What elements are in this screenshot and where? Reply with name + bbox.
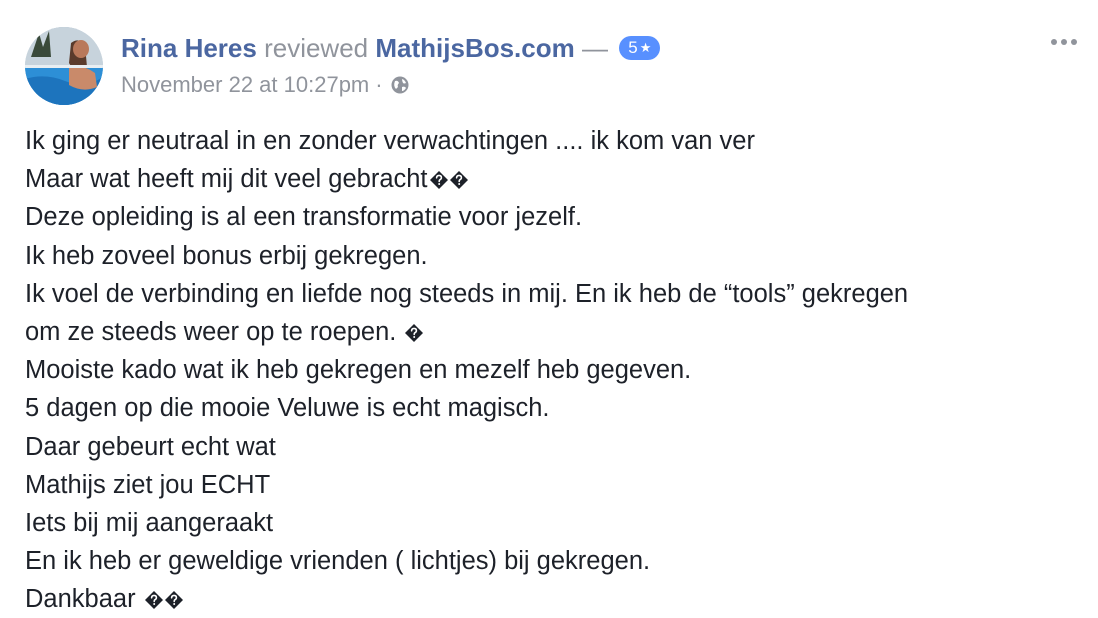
review-line-text: En ik heb er geweldige vrienden ( lichtj… — [25, 547, 651, 576]
review-line: Dankbaar — [25, 580, 1085, 618]
dash-separator: — — [581, 33, 608, 63]
post-timestamp-link[interactable]: November 22 at 10:27pm — [121, 72, 369, 97]
review-line: Ik ging er neutraal in en zonder verwach… — [25, 122, 1085, 160]
review-line: 5 dagen op die mooie Veluwe is echt magi… — [25, 389, 1085, 427]
missing-emoji-icon — [164, 591, 183, 610]
review-line: Maar wat heeft mij dit veel gebracht — [25, 160, 1085, 198]
author-avatar[interactable] — [25, 27, 103, 105]
post-header: Rina Heres reviewed MathijsBos.com — 5 ★ — [121, 30, 661, 66]
rating-badge: 5 ★ — [619, 36, 661, 60]
review-line-text: Mooiste kado wat ik heb gekregen en meze… — [25, 356, 692, 385]
missing-emoji-icon — [144, 591, 163, 610]
rating-value: 5 — [628, 38, 638, 57]
review-line-text: 5 dagen op die mooie Veluwe is echt magi… — [25, 394, 550, 423]
author-name-link[interactable]: Rina Heres — [121, 33, 257, 63]
review-line: Ik voel de verbinding en liefde nog stee… — [25, 275, 1085, 313]
more-options-icon[interactable] — [1046, 30, 1082, 54]
review-line-text: Daar gebeurt echt wat — [25, 432, 276, 461]
review-line-text: om ze steeds weer op te roepen. — [25, 317, 404, 346]
page-name-link[interactable]: MathijsBos.com — [375, 33, 574, 63]
review-line-text: Maar wat heeft mij dit veel gebracht — [25, 165, 428, 194]
review-line-text: Mathijs ziet jou ECHT — [25, 470, 271, 499]
review-line: Daar gebeurt echt wat — [25, 428, 1085, 466]
review-line-text: Deze opleiding is al een transformatie v… — [25, 203, 583, 232]
globe-icon[interactable] — [390, 73, 410, 103]
review-line: En ik heb er geweldige vrienden ( lichtj… — [25, 542, 1085, 580]
meta-separator: · — [375, 72, 383, 97]
missing-emoji-icon — [429, 171, 448, 190]
review-line: om ze steeds weer op te roepen. — [25, 313, 1085, 351]
star-icon: ★ — [639, 40, 652, 55]
review-line: Deze opleiding is al een transformatie v… — [25, 198, 1085, 236]
review-line-text: Ik voel de verbinding en liefde nog stee… — [25, 279, 909, 308]
review-body: Ik ging er neutraal in en zonder verwach… — [25, 122, 1085, 618]
post-meta: November 22 at 10:27pm · — [121, 70, 410, 103]
review-post: Rina Heres reviewed MathijsBos.com — 5 ★ … — [0, 0, 1098, 614]
review-line-text: Ik ging er neutraal in en zonder verwach… — [25, 127, 755, 155]
review-line-text: Ik heb zoveel bonus erbij gekregen. — [25, 241, 428, 270]
action-text: reviewed — [264, 33, 369, 63]
review-line: Mathijs ziet jou ECHT — [25, 466, 1085, 504]
review-line-text: Iets bij mij aangeraakt — [25, 508, 274, 537]
missing-emoji-icon — [405, 323, 424, 342]
review-line: Iets bij mij aangeraakt — [25, 504, 1085, 542]
review-line: Mooiste kado wat ik heb gekregen en meze… — [25, 351, 1085, 389]
review-line: Ik heb zoveel bonus erbij gekregen. — [25, 237, 1085, 275]
missing-emoji-icon — [449, 171, 468, 190]
review-line-text: Dankbaar — [25, 585, 143, 614]
